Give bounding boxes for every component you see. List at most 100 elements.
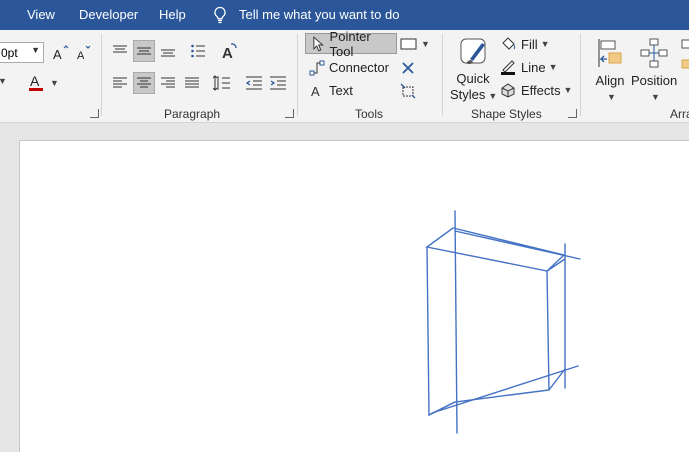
- fill-label: Fill: [521, 36, 538, 52]
- shape-styles-group-label: Shape Styles: [471, 107, 542, 121]
- wireframe-shape[interactable]: [20, 141, 689, 452]
- text-tool-label: Text: [329, 83, 353, 98]
- align-top-button[interactable]: [109, 40, 131, 62]
- quick-styles-label-1: Quick: [456, 71, 490, 86]
- pointer-tool-label: Pointer Tool: [329, 28, 371, 59]
- svg-text:A: A: [53, 47, 62, 62]
- decrease-indent-button[interactable]: [243, 72, 265, 94]
- text-tool-icon: A: [311, 84, 320, 99]
- tools-group-label: Tools: [355, 107, 384, 121]
- pointer-tool-button[interactable]: Pointer Tool: [305, 29, 397, 59]
- align-left-button[interactable]: [109, 72, 131, 94]
- group-separator: [101, 34, 102, 116]
- align-center-button[interactable]: [133, 72, 155, 94]
- tell-me-search[interactable]: Tell me what you want to do: [239, 7, 399, 22]
- lightbulb-icon[interactable]: [212, 6, 228, 24]
- chevron-down-icon: ▼: [421, 39, 430, 49]
- svg-text:A: A: [311, 84, 320, 99]
- menu-help[interactable]: Help: [159, 7, 186, 22]
- effects-label: Effects: [521, 82, 561, 98]
- align-center-icon: [137, 77, 151, 88]
- chevron-down-icon: ▼: [31, 45, 40, 55]
- quick-styles-label-2: Styles: [450, 87, 486, 102]
- connector-icon: [309, 60, 325, 75]
- font-color-button[interactable]: A: [25, 72, 47, 94]
- position-icon: [640, 38, 668, 68]
- font-size-box[interactable]: 0pt ▼: [0, 42, 44, 63]
- chevron-down-icon: ▼: [651, 92, 660, 102]
- chevron-down-icon: ▼: [563, 85, 573, 95]
- chevron-down-icon: ▼: [488, 91, 498, 101]
- shape-styles-dialog-launcher[interactable]: [568, 109, 577, 118]
- font-dialog-launcher[interactable]: [90, 109, 99, 118]
- menu-developer[interactable]: Developer: [79, 7, 138, 22]
- svg-text:A: A: [77, 50, 85, 62]
- svg-text:A: A: [30, 73, 40, 89]
- quick-styles-button[interactable]: Quick Styles ▼: [450, 37, 498, 104]
- paragraph-dialog-launcher[interactable]: [285, 109, 294, 118]
- align-label: Align: [595, 73, 625, 88]
- drawing-canvas-area[interactable]: [0, 124, 689, 452]
- align-right-button[interactable]: [157, 72, 179, 94]
- effects-icon: [501, 83, 515, 98]
- quick-styles-icon: [460, 38, 486, 65]
- align-top-icon: [113, 45, 127, 53]
- group-separator: [297, 34, 298, 116]
- bullets-icon: [191, 44, 205, 58]
- align-shapes-icon: [598, 39, 622, 67]
- line-label: Line: [521, 59, 546, 75]
- connector-tool-label: Connector: [329, 60, 389, 75]
- align-left-icon: [113, 77, 127, 88]
- effects-button[interactable]: Effects ▼: [500, 80, 572, 100]
- position-label: Position: [631, 73, 678, 88]
- group-separator: [580, 34, 581, 116]
- grow-font-icon: A: [53, 45, 69, 62]
- crop-icon: [400, 83, 416, 99]
- text-direction-button[interactable]: A: [218, 40, 240, 62]
- chevron-down-icon: ▼: [540, 39, 550, 49]
- font-color-icon: A: [29, 73, 43, 91]
- drawing-page[interactable]: [19, 140, 689, 452]
- line-spacing-icon: [213, 75, 230, 91]
- fill-button[interactable]: Fill ▼: [500, 34, 550, 54]
- rectangle-shape-button[interactable]: ▼: [398, 33, 432, 55]
- close-icon: [402, 62, 414, 74]
- position-button[interactable]: Position ▼: [631, 37, 677, 105]
- justify-icon: [185, 77, 199, 88]
- connector-tool-button[interactable]: Connector: [305, 57, 389, 78]
- align-button[interactable]: Align ▼: [590, 37, 630, 105]
- decrease-indent-icon: [245, 76, 262, 90]
- grow-font-button[interactable]: A: [50, 42, 72, 64]
- arrange-group-label: Arra: [670, 107, 689, 121]
- delete-button[interactable]: [397, 57, 419, 79]
- group-separator: [442, 34, 443, 116]
- align-middle-button[interactable]: [133, 40, 155, 62]
- increase-indent-icon: [270, 76, 286, 90]
- rectangle-icon: [400, 38, 417, 50]
- line-spacing-button[interactable]: [211, 72, 233, 94]
- menu-view[interactable]: View: [27, 7, 55, 22]
- align-bottom-icon: [161, 49, 175, 57]
- pointer-arrow-icon: [313, 35, 324, 51]
- shrink-font-icon: A: [77, 45, 91, 62]
- chevron-down-icon[interactable]: ▼: [50, 78, 59, 88]
- text-direction-icon: A: [222, 43, 237, 60]
- chevron-down-icon[interactable]: ▼: [0, 76, 7, 86]
- arrange-more-icon[interactable]: [680, 38, 689, 98]
- increase-indent-button[interactable]: [267, 72, 289, 94]
- bullets-button[interactable]: [187, 40, 209, 62]
- shrink-font-button[interactable]: A: [73, 42, 95, 64]
- font-size-value: 0pt: [1, 46, 18, 60]
- justify-button[interactable]: [181, 72, 203, 94]
- align-middle-icon: [137, 47, 151, 55]
- align-bottom-button[interactable]: [157, 40, 179, 62]
- ribbon: 0pt ▼ A A ▼ A ▼ A Paragraph Pointer Tool…: [0, 29, 689, 123]
- chevron-down-icon: ▼: [548, 62, 558, 72]
- paragraph-group-label: Paragraph: [164, 107, 221, 121]
- line-pen-icon: [501, 60, 515, 75]
- align-right-icon: [161, 77, 175, 88]
- text-tool-button[interactable]: A Text: [305, 80, 353, 101]
- crop-tool-button[interactable]: [397, 80, 419, 102]
- paint-bucket-icon: [502, 37, 516, 50]
- line-button[interactable]: Line ▼: [500, 57, 558, 77]
